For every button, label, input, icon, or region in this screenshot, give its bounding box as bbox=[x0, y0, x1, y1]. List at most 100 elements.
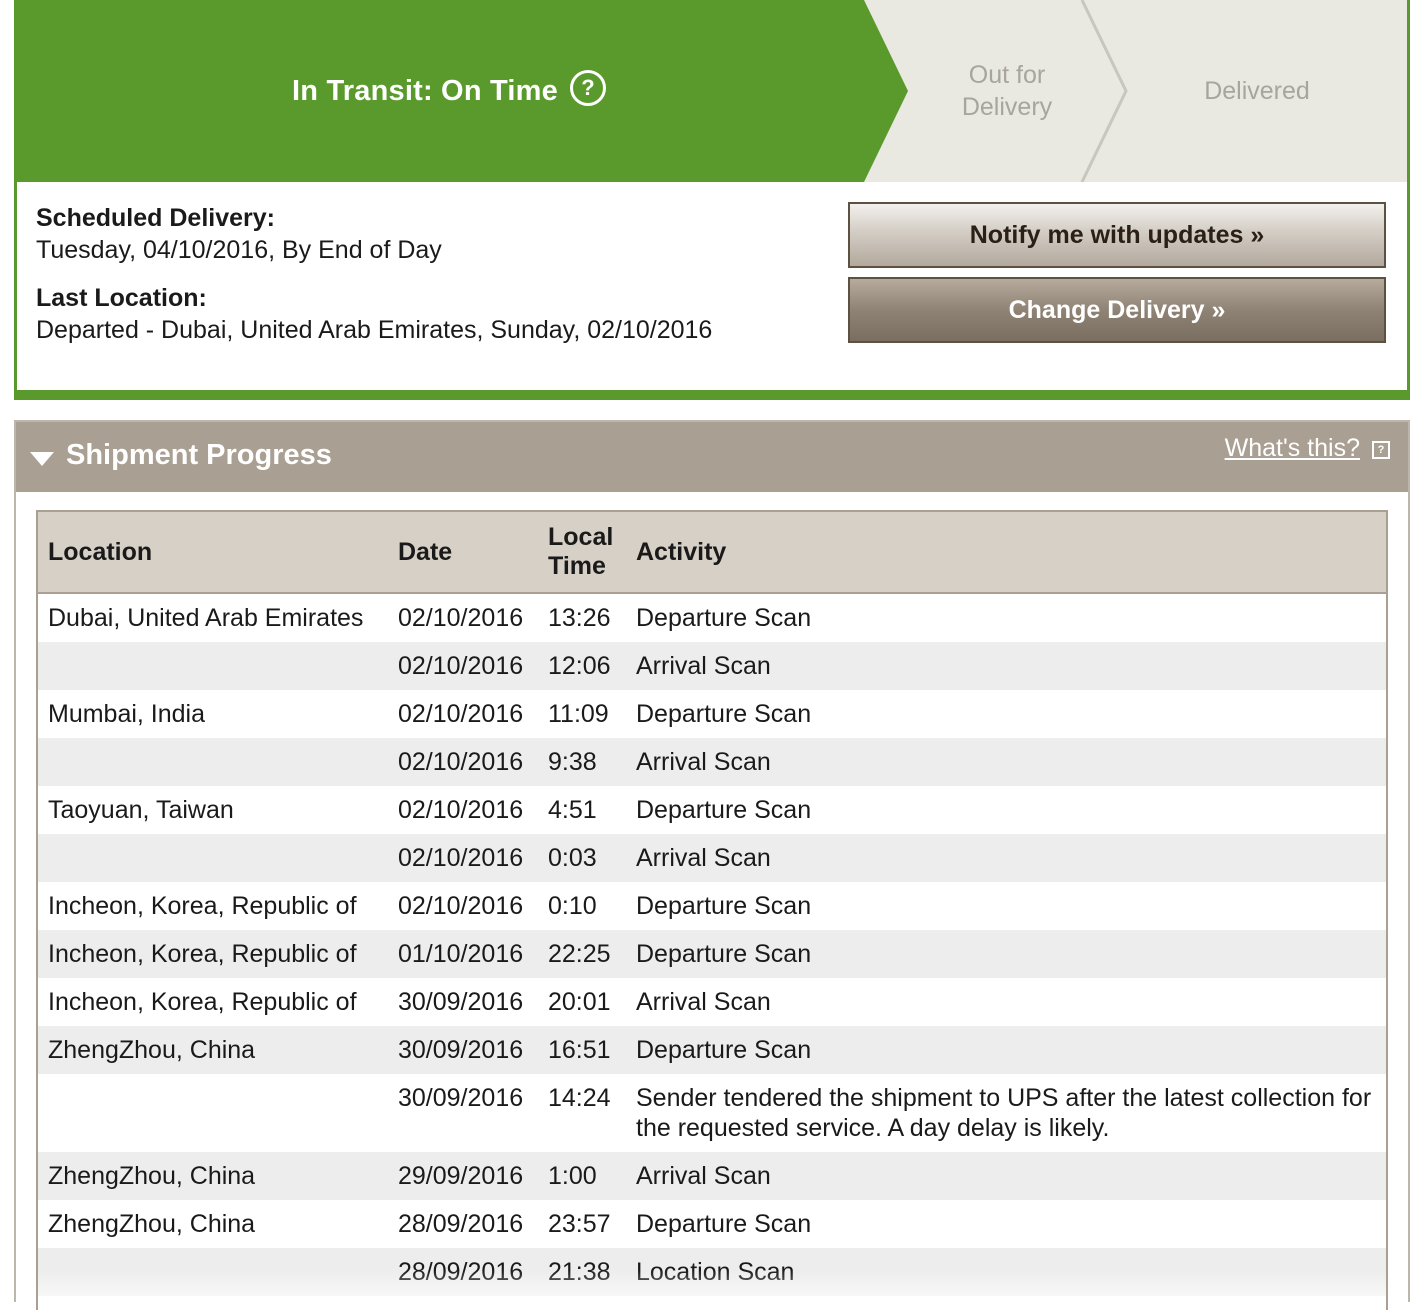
cell-location: Mumbai, India bbox=[48, 700, 206, 728]
last-location-value: Departed - Dubai, United Arab Emirates, … bbox=[36, 316, 713, 344]
table-row: Mumbai, India 02/10/2016 11:09 Departure Sc… bbox=[38, 690, 1386, 738]
cell-local-time: 13:26 bbox=[548, 604, 611, 632]
cell-date: 02/10/2016 bbox=[388, 738, 538, 786]
cell-local-time: 0:10 bbox=[548, 892, 597, 920]
table-row: Taoyuan, Taiwan 02/10/2016 4:51 Departure S… bbox=[38, 786, 1386, 834]
cell-date: 28/09/2016 bbox=[388, 1248, 538, 1296]
cell-activity: Departure Scan bbox=[636, 700, 812, 728]
cell-location: Incheon, Korea, Republic of bbox=[48, 988, 357, 1016]
column-header-activity: Activity bbox=[626, 512, 1386, 594]
status-label: In Transit: On Time bbox=[292, 74, 558, 107]
cell-location: ZhengZhou, China bbox=[38, 1026, 388, 1074]
progress-steps: In Transit: On Time ? Out for Delivery De… bbox=[14, 0, 1410, 182]
cell-location: ZhengZhou, China bbox=[48, 1210, 256, 1238]
cell-activity: Departure Scan bbox=[626, 1026, 1386, 1074]
cell-local-time: 4:51 bbox=[548, 796, 597, 824]
cell-location bbox=[38, 834, 388, 882]
card-border-left bbox=[14, 0, 17, 400]
table-row: 02/10/2016 0:03 Arrival Scan bbox=[38, 834, 1386, 882]
cell-location: Incheon, Korea, Republic of bbox=[38, 930, 388, 978]
cell-local-time: 0:03 bbox=[538, 834, 626, 882]
cell-date: 29/09/2016 bbox=[388, 1152, 538, 1200]
cell-local-time: 14:24 bbox=[548, 1084, 611, 1112]
step-out-for-delivery: Out for Delivery bbox=[961, 61, 1053, 121]
cell-local-time: 20:01 bbox=[548, 988, 611, 1016]
shipment-table-container: Location Date Local Time Activity Dubai, … bbox=[36, 510, 1388, 1310]
cell-date: 02/10/2016 bbox=[398, 604, 524, 632]
cell-local-time: 16:51 bbox=[538, 1026, 626, 1074]
column-header-date: Date bbox=[388, 512, 538, 594]
change-delivery-button[interactable]: Change Delivery » bbox=[848, 277, 1386, 343]
cell-date: 02/10/2016 bbox=[388, 834, 538, 882]
shipment-progress-panel: Shipment Progress What's this? ? Locatio… bbox=[14, 420, 1410, 1310]
scheduled-delivery-label: Scheduled Delivery: bbox=[36, 204, 275, 232]
cell-activity: Arrival Scan bbox=[626, 1152, 1386, 1200]
table-row: ZhengZhou, China 29/09/2016 1:00 Arrival Sc… bbox=[38, 1152, 1386, 1200]
collapse-caret-icon[interactable] bbox=[30, 452, 54, 466]
scheduled-delivery-value: Tuesday, 04/10/2016, By End of Day bbox=[36, 236, 442, 264]
cell-date: 02/10/2016 bbox=[398, 892, 524, 920]
cell-date: 02/10/2016 bbox=[398, 700, 524, 728]
table-row: ZhengZhou, China 28/09/2016 23:57 Departure… bbox=[38, 1200, 1386, 1248]
column-header-location: Location bbox=[38, 512, 388, 594]
cell-activity: Departure Scan bbox=[636, 1210, 812, 1238]
cell-location bbox=[38, 738, 388, 786]
cell-location bbox=[38, 1074, 388, 1152]
cell-location bbox=[38, 642, 388, 690]
cell-local-time: 23:57 bbox=[548, 1210, 611, 1238]
cell-location bbox=[38, 1248, 388, 1296]
cell-activity: Departure Scan bbox=[626, 930, 1386, 978]
help-icon[interactable]: ? bbox=[569, 70, 606, 106]
table-row: Incheon, Korea, Republic of 01/10/2016 22:… bbox=[38, 930, 1386, 978]
cell-local-time: 9:38 bbox=[538, 738, 626, 786]
shipment-progress-header[interactable]: Shipment Progress What's this? ? bbox=[16, 422, 1408, 492]
cell-activity: Arrival Scan bbox=[626, 642, 1386, 690]
cell-local-time: 22:25 bbox=[538, 930, 626, 978]
cell-date: 28/09/2016 bbox=[398, 1210, 524, 1238]
popup-window-icon[interactable]: ? bbox=[1372, 441, 1390, 459]
cell-activity: Departure Scan bbox=[636, 796, 812, 824]
column-header-local-time: Local Time bbox=[538, 512, 626, 594]
table-row: Incheon, Korea, Republic of 30/09/2016 20:… bbox=[38, 978, 1386, 1026]
table-row: Incheon, Korea, Republic of 02/10/2016 0:1… bbox=[38, 882, 1386, 930]
card-border-right bbox=[1407, 0, 1410, 400]
cell-activity: Arrival Scan bbox=[626, 834, 1386, 882]
cell-location: Incheon, Korea, Republic of bbox=[48, 892, 357, 920]
table-row: 02/10/2016 9:38 Arrival Scan bbox=[38, 738, 1386, 786]
table-row: Dubai, United Arab Emirates 02/10/2016 13:… bbox=[38, 593, 1386, 642]
cell-date: 30/09/2016 bbox=[388, 1026, 538, 1074]
table-row: 28/09/2016 21:38 Location Scan bbox=[38, 1248, 1386, 1296]
notify-button[interactable]: Notify me with updates » bbox=[848, 202, 1386, 268]
step-in-transit: In Transit: On Time ? bbox=[14, 0, 894, 182]
cell-activity: Arrival Scan bbox=[626, 738, 1386, 786]
table-row: ZhengZhou, China 30/09/2016 16:51 Departure… bbox=[38, 1026, 1386, 1074]
step-delivered: Delivered bbox=[1204, 77, 1310, 105]
cell-local-time: 11:09 bbox=[548, 700, 609, 728]
cell-activity: Sender tendered the shipment to UPS afte… bbox=[636, 1084, 1372, 1142]
shipment-rows: Dubai, United Arab Emirates 02/10/2016 13:… bbox=[38, 593, 1386, 1296]
table-row: 30/09/2016 14:24 Sender tendered the shipm… bbox=[38, 1074, 1386, 1152]
whats-this-link[interactable]: What's this? bbox=[1225, 434, 1360, 463]
cell-local-time: 1:00 bbox=[538, 1152, 626, 1200]
cell-activity: Departure Scan bbox=[636, 604, 812, 632]
card-border-bottom bbox=[14, 390, 1410, 400]
cell-date: 30/09/2016 bbox=[398, 988, 524, 1016]
cell-date: 02/10/2016 bbox=[398, 796, 524, 824]
cell-date: 30/09/2016 bbox=[398, 1084, 524, 1112]
cell-location: Dubai, United Arab Emirates bbox=[48, 604, 364, 632]
cell-local-time: 21:38 bbox=[538, 1248, 626, 1296]
cell-date: 02/10/2016 bbox=[388, 642, 538, 690]
delivery-info: Scheduled Delivery: Tuesday, 04/10/2016,… bbox=[36, 202, 712, 346]
cell-local-time: 12:06 bbox=[538, 642, 626, 690]
cell-location: ZhengZhou, China bbox=[38, 1152, 388, 1200]
status-card: In Transit: On Time ? Out for Delivery De… bbox=[14, 0, 1410, 400]
cell-activity: Location Scan bbox=[626, 1248, 1386, 1296]
cell-location: Taoyuan, Taiwan bbox=[48, 796, 234, 824]
shipment-progress-table: Location Date Local Time Activity Dubai, … bbox=[38, 512, 1386, 1296]
cell-activity: Departure Scan bbox=[636, 892, 812, 920]
shipment-progress-title: Shipment Progress bbox=[66, 439, 332, 471]
table-header-row: Location Date Local Time Activity bbox=[38, 512, 1386, 594]
cell-activity: Arrival Scan bbox=[636, 988, 771, 1016]
last-location-label: Last Location: bbox=[36, 284, 207, 312]
cell-date: 01/10/2016 bbox=[388, 930, 538, 978]
